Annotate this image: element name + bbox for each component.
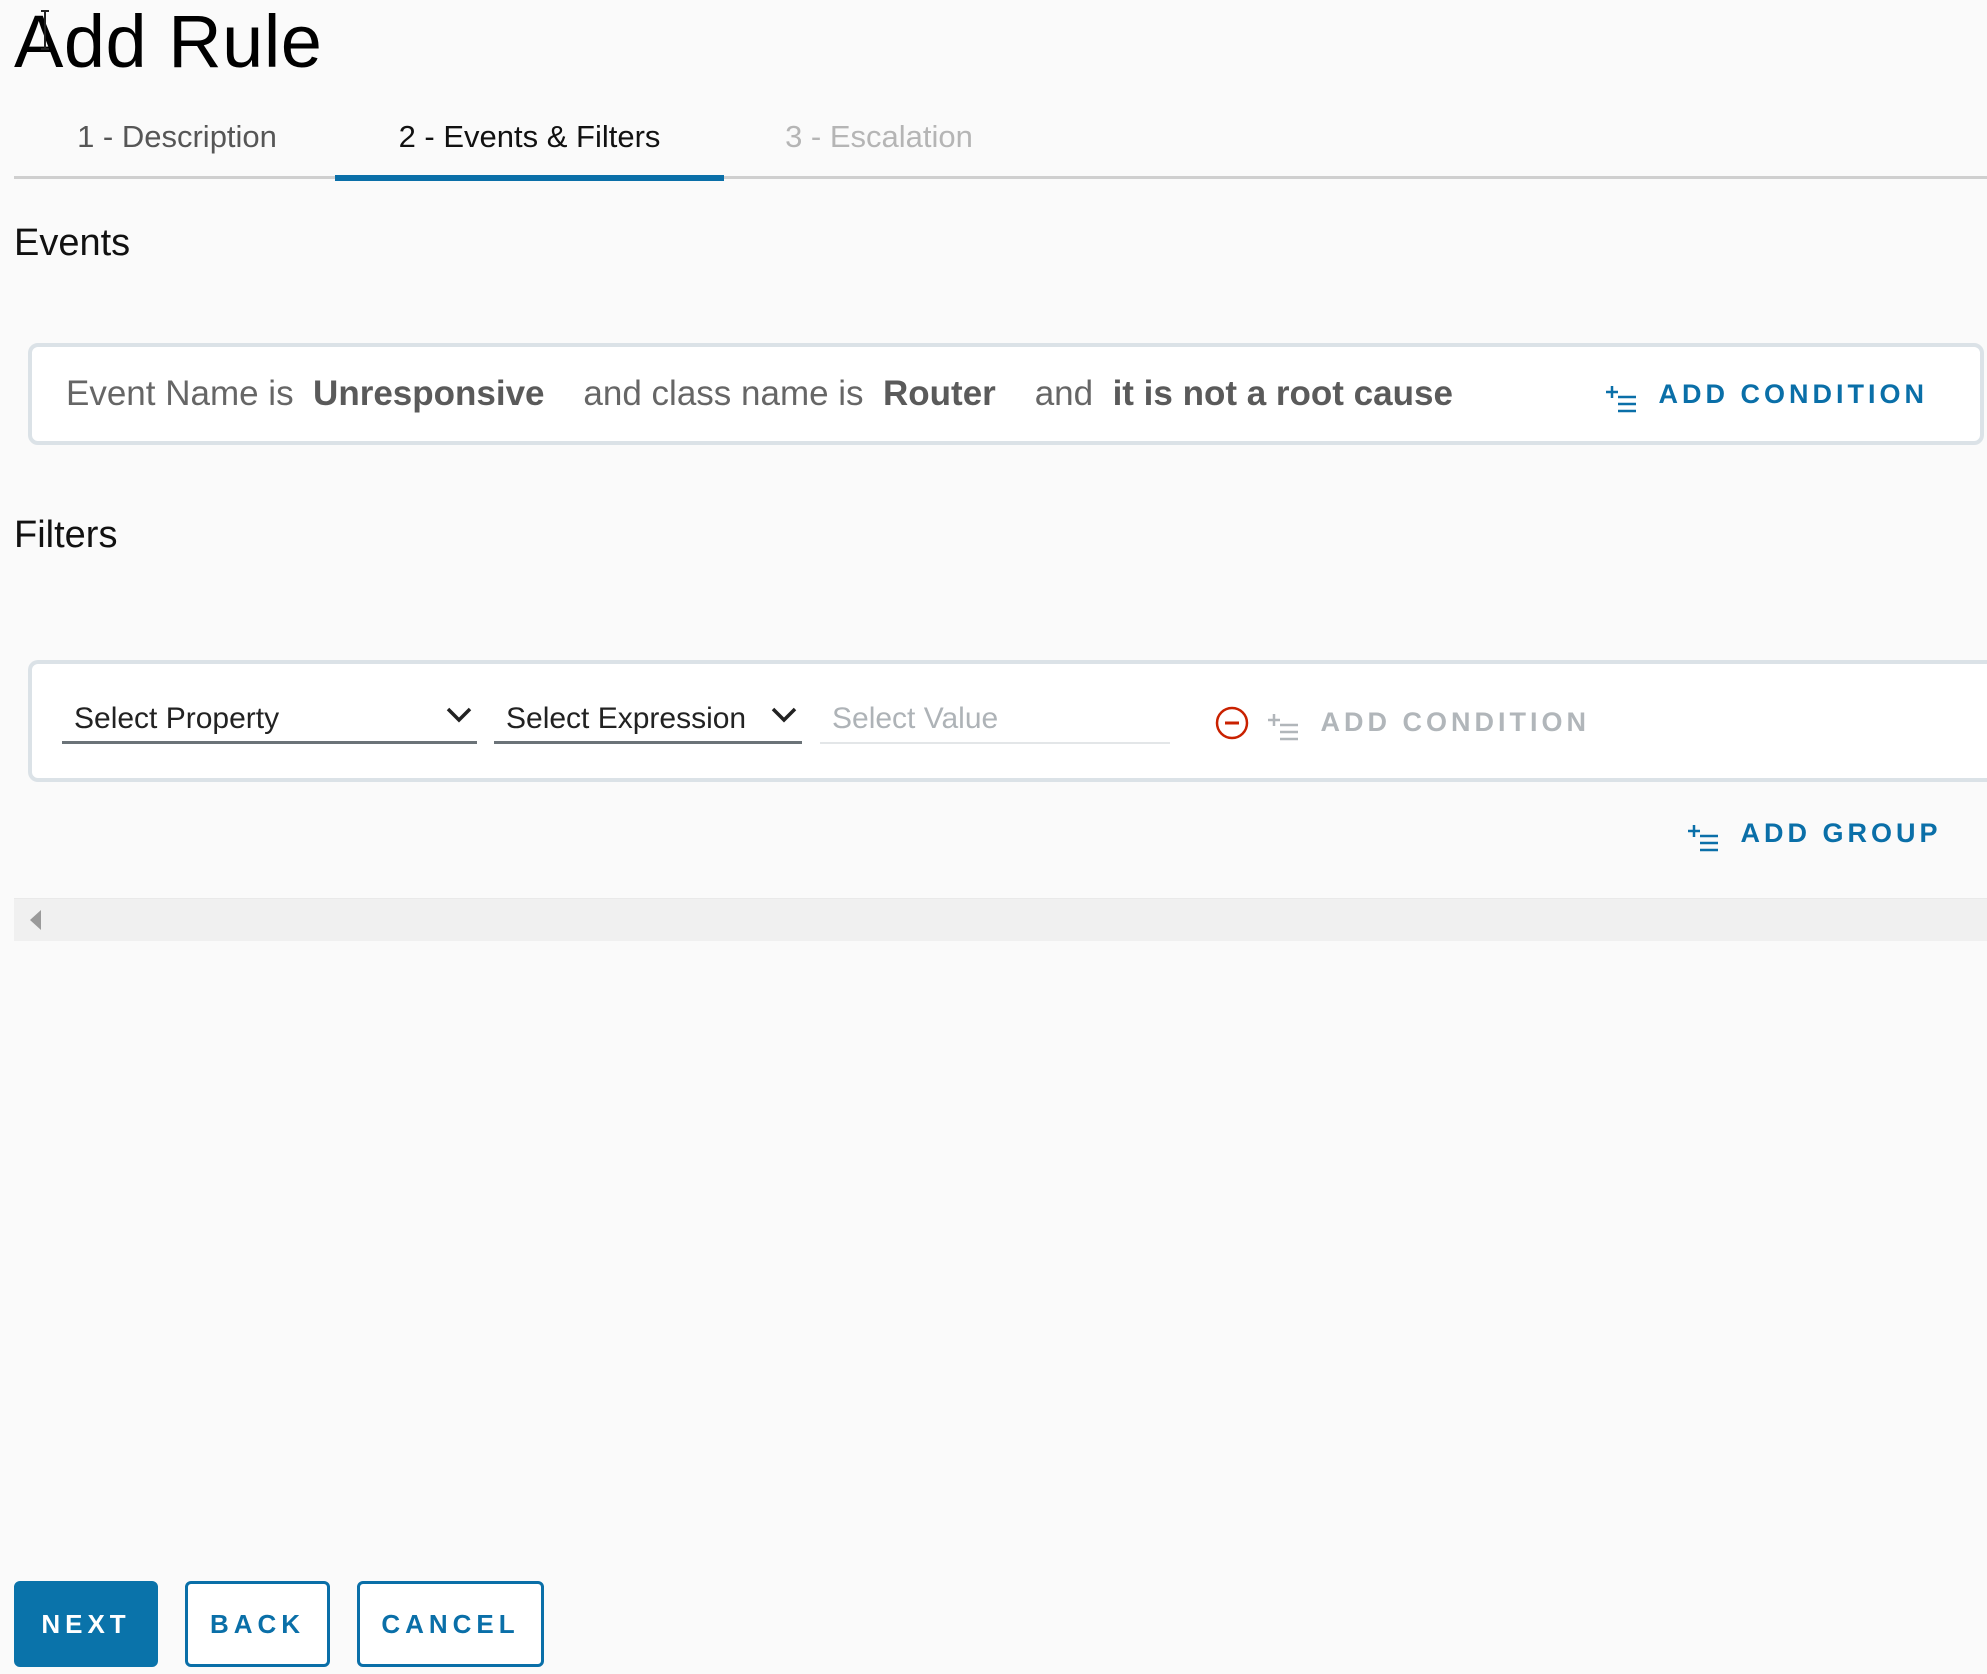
chevron-down-icon — [446, 707, 472, 723]
event-name-label: Event Name is — [66, 374, 294, 413]
remove-condition-icon[interactable] — [1214, 705, 1250, 741]
page-title: Add Rule — [14, 0, 323, 83]
filters-heading: Filters — [14, 514, 118, 556]
add-group-button[interactable]: ADD GROUP — [1688, 808, 1941, 858]
filter-group-panel: Select Property Select Expression Select… — [28, 660, 1987, 782]
tab-description[interactable]: 1 - Description — [52, 108, 302, 176]
filter-add-condition-label: ADD CONDITION — [1320, 707, 1590, 737]
add-group-label: ADD GROUP — [1740, 818, 1942, 848]
event-name-value[interactable]: Unresponsive — [313, 374, 544, 413]
events-add-condition-button[interactable]: ADD CONDITION — [1606, 347, 1928, 441]
events-condition-panel: Event Name is Unresponsive and class nam… — [28, 343, 1984, 445]
text-cursor-icon — [41, 10, 49, 50]
add-list-icon — [1688, 823, 1720, 853]
tab-escalation: 3 - Escalation — [785, 119, 973, 154]
class-name-value[interactable]: Router — [883, 374, 996, 413]
chevron-down-icon — [771, 707, 797, 723]
next-button[interactable]: NEXT — [14, 1581, 158, 1667]
cancel-button[interactable]: CANCEL — [357, 1581, 544, 1667]
value-input[interactable]: Select Value — [820, 694, 1170, 744]
scroll-left-arrow-icon[interactable] — [30, 910, 41, 930]
wizard-steps: 1 - Description 2 - Events & Filters 3 -… — [14, 108, 1987, 181]
property-select[interactable]: Select Property — [62, 694, 477, 744]
class-name-label: and class name is — [583, 374, 864, 413]
horizontal-scrollbar[interactable] — [14, 898, 1987, 941]
events-heading: Events — [14, 222, 131, 264]
root-cause-label: and — [1034, 374, 1094, 413]
property-select-value: Select Property — [74, 702, 280, 735]
tab-events-filters[interactable]: 2 - Events & Filters — [335, 108, 724, 181]
filter-add-condition-button: ADD CONDITION — [1268, 692, 1590, 752]
expression-select-value: Select Expression — [506, 702, 747, 735]
back-button[interactable]: BACK — [185, 1581, 330, 1667]
add-list-icon — [1606, 384, 1638, 414]
root-cause-value[interactable]: it is not a root cause — [1113, 374, 1453, 413]
event-condition-summary: Event Name is Unresponsive and class nam… — [66, 347, 1453, 441]
events-add-condition-label: ADD CONDITION — [1658, 379, 1928, 409]
expression-select[interactable]: Select Expression — [494, 694, 802, 744]
value-input-placeholder: Select Value — [832, 702, 999, 735]
add-list-icon — [1268, 712, 1300, 742]
